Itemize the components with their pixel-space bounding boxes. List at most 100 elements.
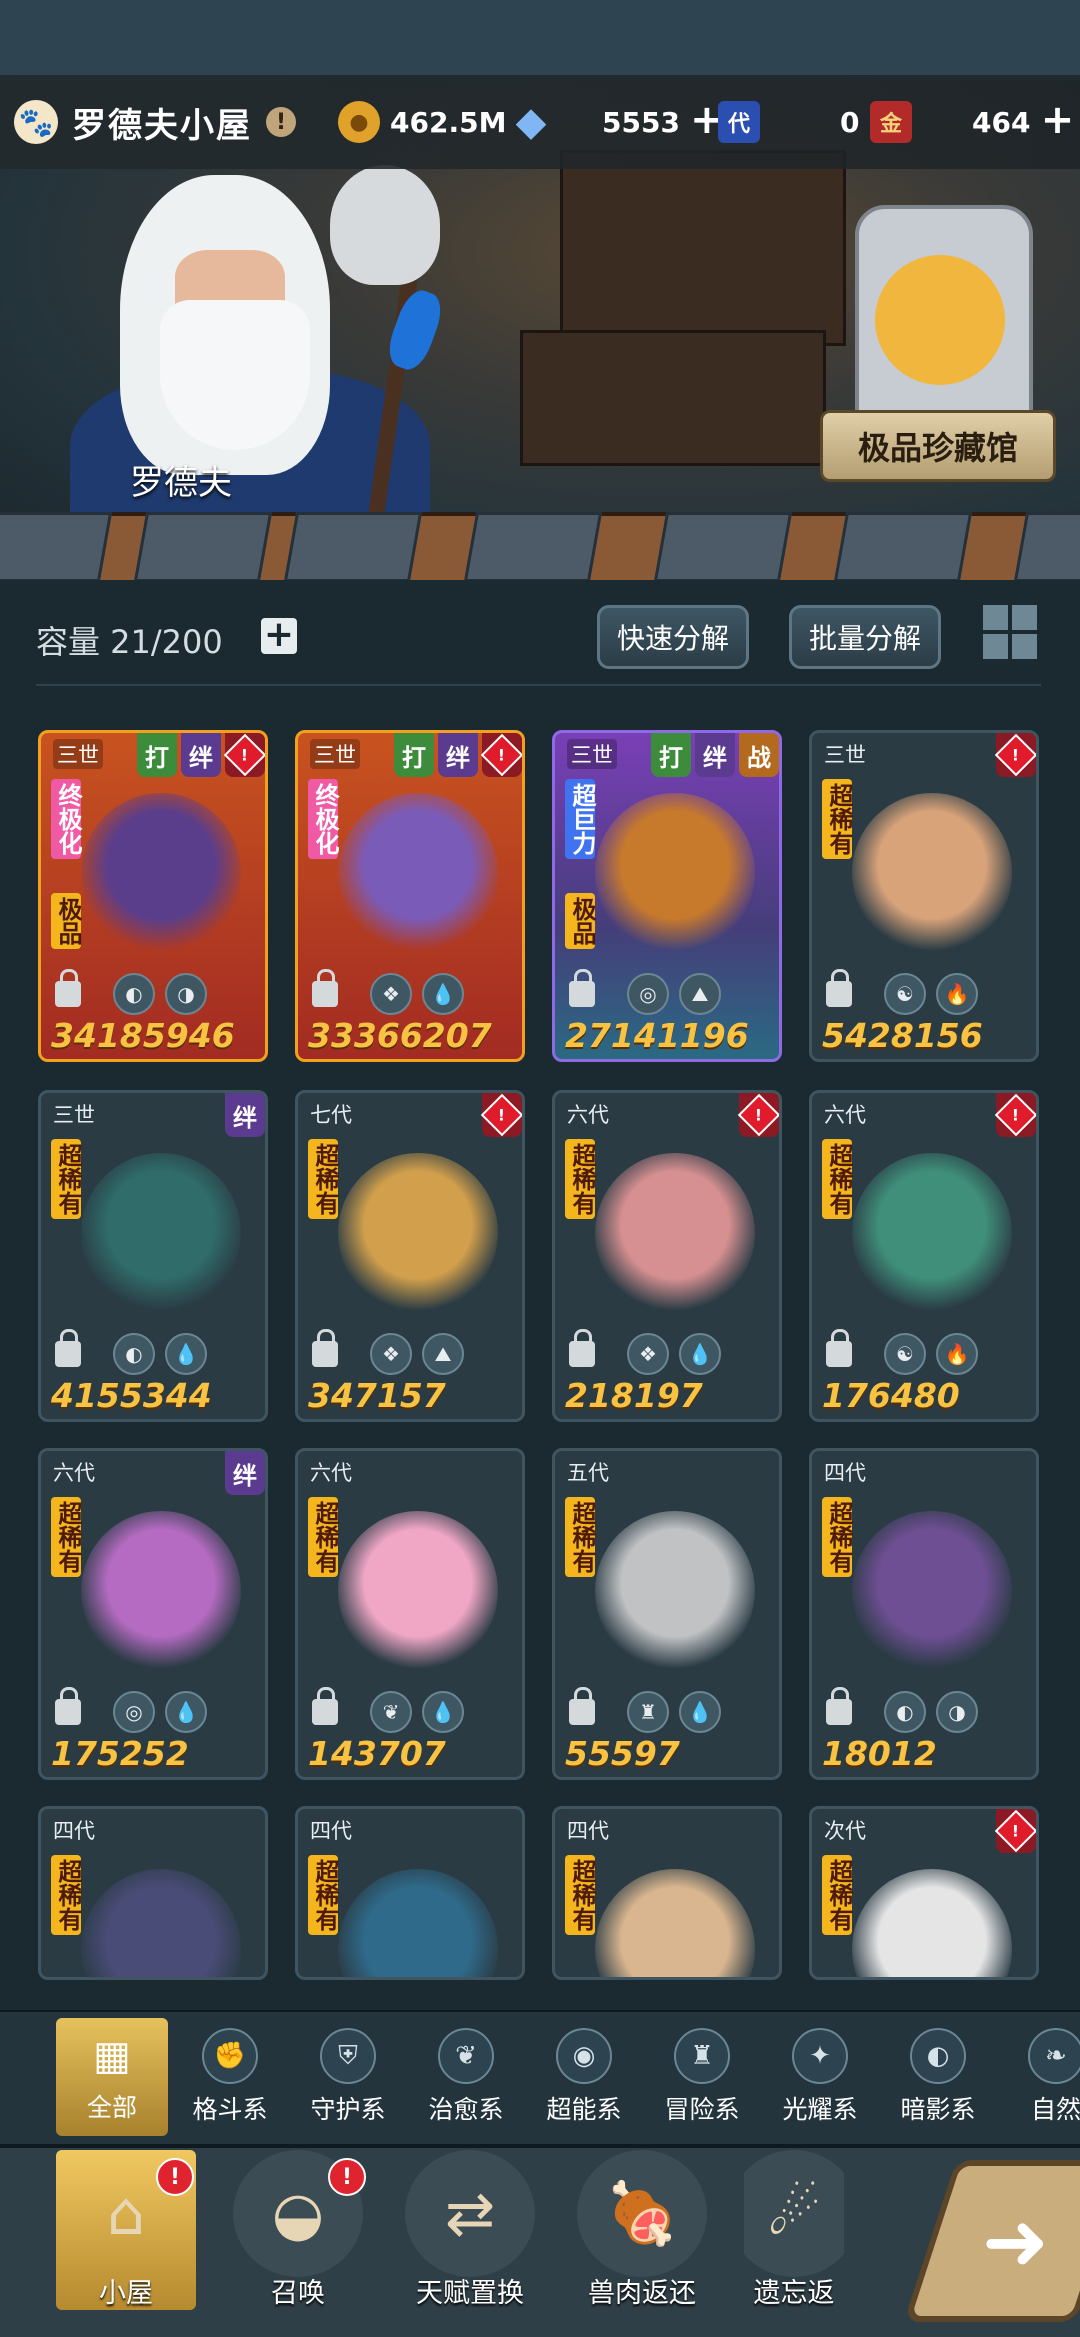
nav-item[interactable]: 🍖 兽肉返还 [572, 2150, 712, 2310]
lock-icon[interactable] [569, 1329, 595, 1367]
collection-hall-button[interactable]: 极品珍藏馆 [820, 410, 1056, 482]
power-value: 176480 [822, 1376, 960, 1415]
element-icon: ❦ [370, 1691, 412, 1733]
element-icon: 💧 [422, 973, 464, 1015]
owl [330, 165, 440, 285]
pet-portrait [595, 793, 755, 953]
add-capacity-button[interactable]: + [261, 617, 297, 654]
nav-label: 遗忘返 [753, 2278, 835, 2309]
element-icon: ❖ [370, 973, 412, 1015]
jin-ticket-value: 464 [972, 105, 1031, 139]
element-icon: 🔥 [936, 1333, 978, 1375]
batch-decompose-button[interactable]: 批量分解 [789, 605, 941, 669]
lock-icon[interactable] [312, 1687, 338, 1725]
lock-icon[interactable] [569, 1687, 595, 1725]
grid-view-icon[interactable] [983, 605, 1037, 659]
meat-icon: 🍖 [577, 2150, 707, 2277]
pet-card[interactable]: 六代 绊超稀有 ◎ 💧 175252 [38, 1448, 268, 1780]
alert-icon: ! [223, 733, 265, 777]
pet-card[interactable]: 七代! 超稀有 ❖ ⛰ 347157 [295, 1090, 525, 1422]
divider [36, 684, 1041, 686]
pet-card[interactable]: 三世 打绊! 终极化 ❖ 💧 33366207 [295, 730, 525, 1062]
nav-item[interactable]: ⌂ 小屋! [56, 2150, 196, 2310]
tag-badge: 打 [137, 733, 177, 777]
category-tab[interactable]: ✦ 光耀系 [764, 2018, 876, 2136]
pet-portrait [595, 1511, 755, 1671]
adventure-icon: ♜ [674, 2028, 730, 2084]
pet-portrait [81, 1869, 241, 1977]
card-tags: ! [994, 1093, 1036, 1137]
element-icon: ◐ [884, 1691, 926, 1733]
card-tags: 绊 [225, 1451, 265, 1495]
category-tab[interactable]: ◉ 超能系 [528, 2018, 640, 2136]
pet-card[interactable]: 六代 超稀有 ❦ 💧 143707 [295, 1448, 525, 1780]
rarity-label: 超稀有 [565, 1139, 596, 1219]
alert-icon: ! [994, 1809, 1036, 1853]
generation-label: 三世 [53, 739, 103, 769]
category-tab[interactable]: ❧ 自然 [1000, 2018, 1080, 2136]
jin-ticket-resource: 金 464 + [870, 75, 1074, 169]
add-jin-button[interactable]: + [1040, 100, 1075, 140]
category-tab[interactable]: ✊ 格斗系 [174, 2018, 286, 2136]
lock-icon[interactable] [826, 969, 852, 1007]
tag-badge: 打 [651, 733, 691, 777]
element-icons: ◐ 💧 [113, 1333, 207, 1375]
alert-icon: ! [994, 1093, 1036, 1137]
nav-item[interactable]: ⇄ 天赋置换 [400, 2150, 540, 2310]
lock-icon[interactable] [312, 1329, 338, 1367]
diamond-resource: ◆ 5553 + [510, 75, 724, 169]
power-value: 347157 [308, 1376, 446, 1415]
category-label: 自然 [1030, 2095, 1080, 2124]
category-tab[interactable]: ♜ 冒险系 [646, 2018, 758, 2136]
pet-card[interactable]: 三世 打绊战超巨力 极品 ◎ ⛰ 27141196 [552, 730, 782, 1062]
pet-card[interactable]: 四代 超稀有 [38, 1806, 268, 1980]
category-tab[interactable]: ◐ 暗影系 [882, 2018, 994, 2136]
lock-icon[interactable] [55, 1329, 81, 1367]
element-icons: ◎ 💧 [113, 1691, 207, 1733]
pet-card[interactable]: 次代! 超稀有 [809, 1806, 1039, 1980]
pet-card[interactable]: 三世! 超稀有 ☯ 🔥 5428156 [809, 730, 1039, 1062]
pet-card[interactable]: 四代 超稀有 [295, 1806, 525, 1980]
pet-card[interactable]: 三世 绊超稀有 ◐ 💧 4155344 [38, 1090, 268, 1422]
nav-label: 召唤 [271, 2278, 325, 2309]
card-tags: 打绊! [394, 733, 522, 777]
generation-label: 六代 [567, 1103, 609, 1127]
rarity-label: 超巨力 [565, 779, 596, 859]
lock-icon[interactable] [55, 969, 81, 1007]
nature-icon: ❧ [1028, 2028, 1080, 2084]
quick-decompose-button[interactable]: 快速分解 [597, 605, 749, 669]
pet-portrait [852, 793, 1012, 953]
info-icon[interactable]: ! [266, 107, 296, 137]
lock-icon[interactable] [826, 1329, 852, 1367]
paw-icon: 🐾 [14, 100, 58, 144]
card-tags: ! [737, 1093, 779, 1137]
pet-card[interactable]: 四代 超稀有 [552, 1806, 782, 1980]
npc-name[interactable]: 罗德夫 [130, 455, 232, 504]
pet-card[interactable]: 六代! 超稀有 ❖ 💧 218197 [552, 1090, 782, 1422]
category-tab[interactable]: ▦ 全部 [56, 2018, 168, 2136]
pet-card[interactable]: 四代 超稀有 ◐ ◑ 18012 [809, 1448, 1039, 1780]
nav-item[interactable]: ◒ 召唤! [228, 2150, 368, 2310]
ticket-icon: 金 [870, 101, 912, 143]
generation-label: 四代 [824, 1461, 866, 1485]
lock-icon[interactable] [55, 1687, 81, 1725]
lock-icon[interactable] [569, 969, 595, 1007]
pet-card[interactable]: 五代 超稀有 ♜ 💧 55597 [552, 1448, 782, 1780]
element-icon: 💧 [679, 1691, 721, 1733]
lock-icon[interactable] [826, 1687, 852, 1725]
tag-badge: 打 [394, 733, 434, 777]
element-icon: ⛰ [422, 1333, 464, 1375]
fence-post [653, 512, 793, 582]
pet-card[interactable]: 六代! 超稀有 ☯ 🔥 176480 [809, 1090, 1039, 1422]
category-tab[interactable]: ❦ 治愈系 [410, 2018, 522, 2136]
nav-item[interactable]: ☄ 遗忘返 [744, 2150, 844, 2310]
lock-icon[interactable] [312, 969, 338, 1007]
element-icons: ❖ ⛰ [370, 1333, 464, 1375]
desk [520, 330, 826, 466]
card-tags: 打绊战 [651, 733, 779, 777]
category-tab[interactable]: ⛨ 守护系 [292, 2018, 404, 2136]
rarity-label: 超稀有 [51, 1139, 82, 1219]
card-tags: ! [994, 1809, 1036, 1853]
power-value: 18012 [822, 1734, 937, 1773]
pet-card[interactable]: 三世 打绊! 终极化 极品 ◐ ◑ 34185946 [38, 730, 268, 1062]
